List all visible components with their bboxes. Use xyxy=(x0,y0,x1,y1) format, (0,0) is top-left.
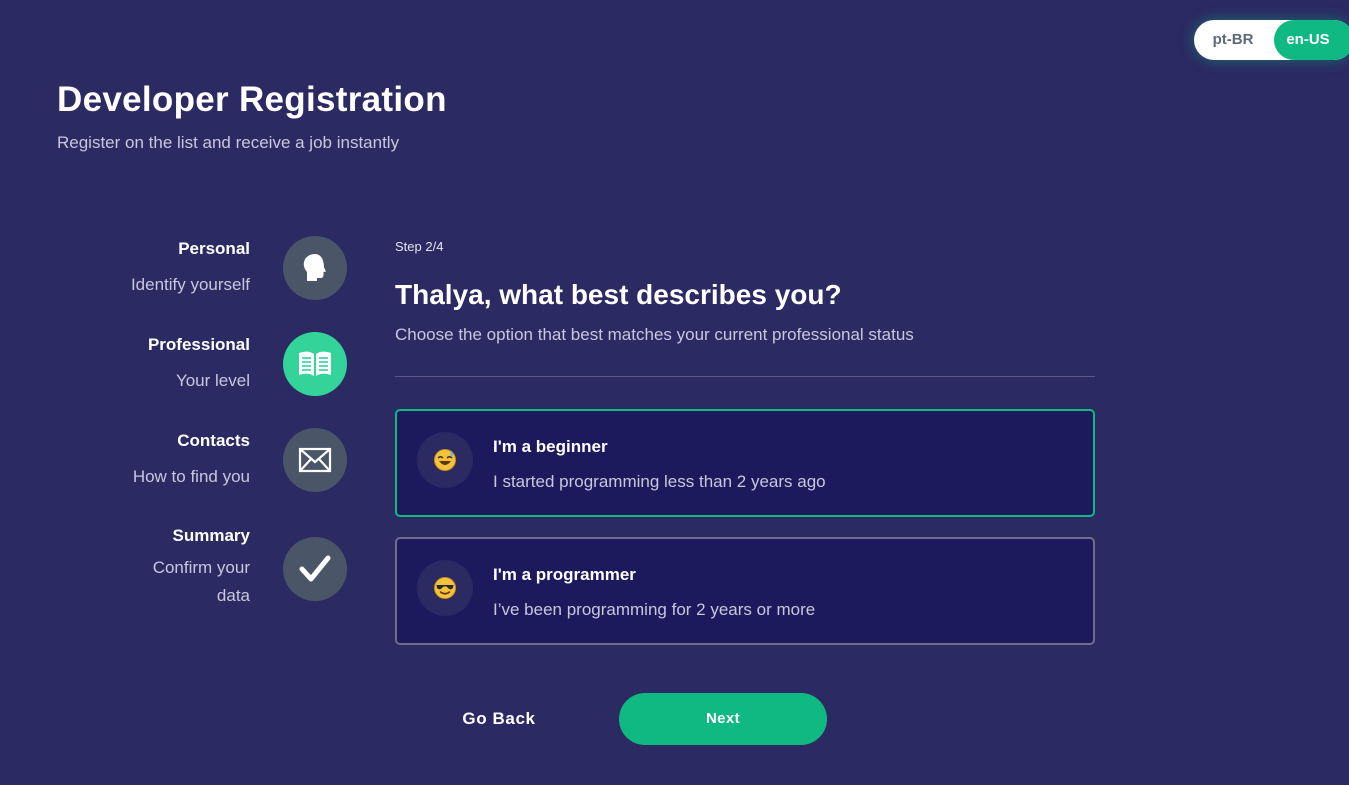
sweat-smile-emoji-icon xyxy=(417,432,473,488)
head-icon xyxy=(283,236,347,300)
envelope-icon xyxy=(283,428,347,492)
checkmark-icon xyxy=(283,537,347,601)
question-title: Thalya, what best describes you? xyxy=(395,279,842,310)
step-description: Confirm your data xyxy=(152,558,250,605)
language-toggle[interactable]: pt-BR en-US xyxy=(1194,20,1349,60)
option-title: I'm a beginner xyxy=(493,437,608,456)
option-programmer[interactable]: I'm a programmer I’ve been programming f… xyxy=(395,537,1095,645)
step-label: Personal xyxy=(178,239,250,258)
page-title: Developer Registration xyxy=(57,80,447,119)
step-contacts: Contacts How to find you xyxy=(60,428,350,494)
step-summary: Summary Confirm your data xyxy=(60,526,350,605)
book-icon xyxy=(283,332,347,396)
option-description: I started programming less than 2 years … xyxy=(493,472,826,491)
option-beginner[interactable]: I'm a beginner I started programming les… xyxy=(395,409,1095,517)
divider xyxy=(395,376,1095,377)
step-label: Professional xyxy=(147,335,250,354)
registration-page: pt-BR en-US Developer Registration Regis… xyxy=(0,0,1349,785)
sunglasses-emoji-icon xyxy=(417,560,473,616)
step-label: Contacts xyxy=(177,431,250,450)
step-professional: Professional Your level xyxy=(60,332,350,398)
question-description: Choose the option that best matches your… xyxy=(395,325,914,344)
step-label: Summary xyxy=(172,526,250,545)
option-description: I’ve been programming for 2 years or mor… xyxy=(493,600,816,619)
next-button[interactable]: Next xyxy=(619,693,827,745)
step-description: How to find you xyxy=(132,467,250,486)
step-description: Identify yourself xyxy=(130,275,250,294)
step-counter: Step 2/4 xyxy=(395,239,444,254)
step-description: Your level xyxy=(175,371,250,390)
go-back-button[interactable]: Go Back xyxy=(420,694,578,744)
step-personal: Personal Identify yourself xyxy=(60,236,350,302)
page-subtitle: Register on the list and receive a job i… xyxy=(57,133,400,152)
lang-option-en-us[interactable]: en-US xyxy=(1274,20,1349,60)
lang-option-pt-br[interactable]: pt-BR xyxy=(1194,20,1272,60)
option-title: I'm a programmer xyxy=(493,565,636,584)
